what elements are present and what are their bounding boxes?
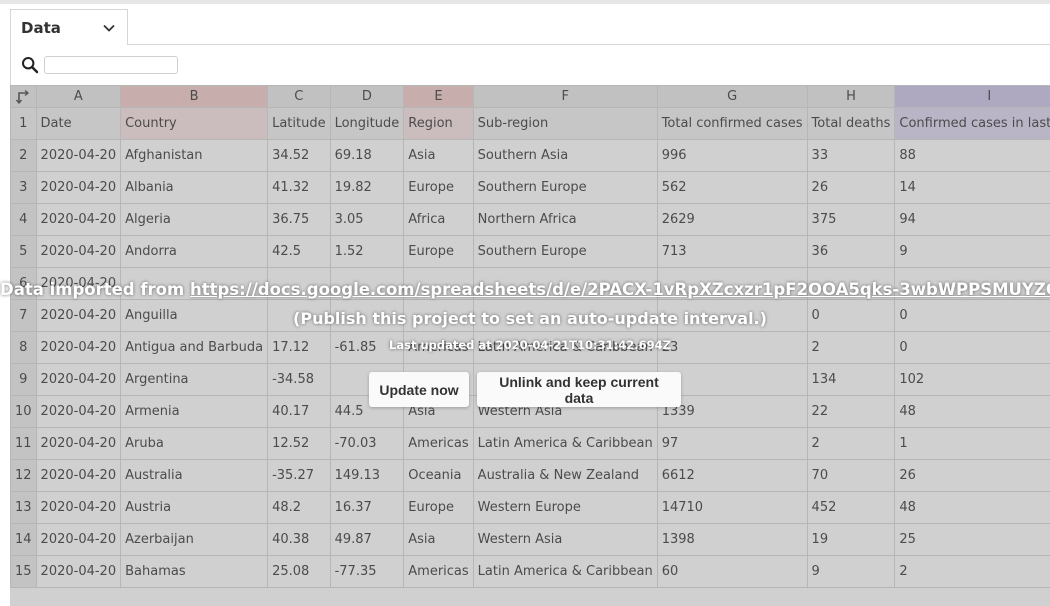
search-icon[interactable] xyxy=(21,56,39,74)
data-tab-label: Data xyxy=(21,19,61,37)
update-now-button[interactable]: Update now xyxy=(369,372,469,407)
import-source-message: Data imported from https://docs.google.c… xyxy=(0,280,1050,299)
import-source-link[interactable]: https://docs.google.com/spreadsheets/d/e… xyxy=(190,280,1050,299)
chevron-down-icon[interactable] xyxy=(103,22,115,34)
toolbar xyxy=(10,44,1050,85)
last-updated-text: Last updated at 2020-04-21T10:31:42.694Z xyxy=(389,338,671,352)
data-tab[interactable]: Data xyxy=(10,9,128,45)
top-strip xyxy=(0,0,1050,4)
import-source-prefix: Data imported from xyxy=(0,280,190,299)
search-input[interactable] xyxy=(44,56,178,74)
unlink-keep-data-button[interactable]: Unlink and keep current data xyxy=(477,372,681,407)
publish-hint: (Publish this project to set an auto-upd… xyxy=(293,309,767,328)
